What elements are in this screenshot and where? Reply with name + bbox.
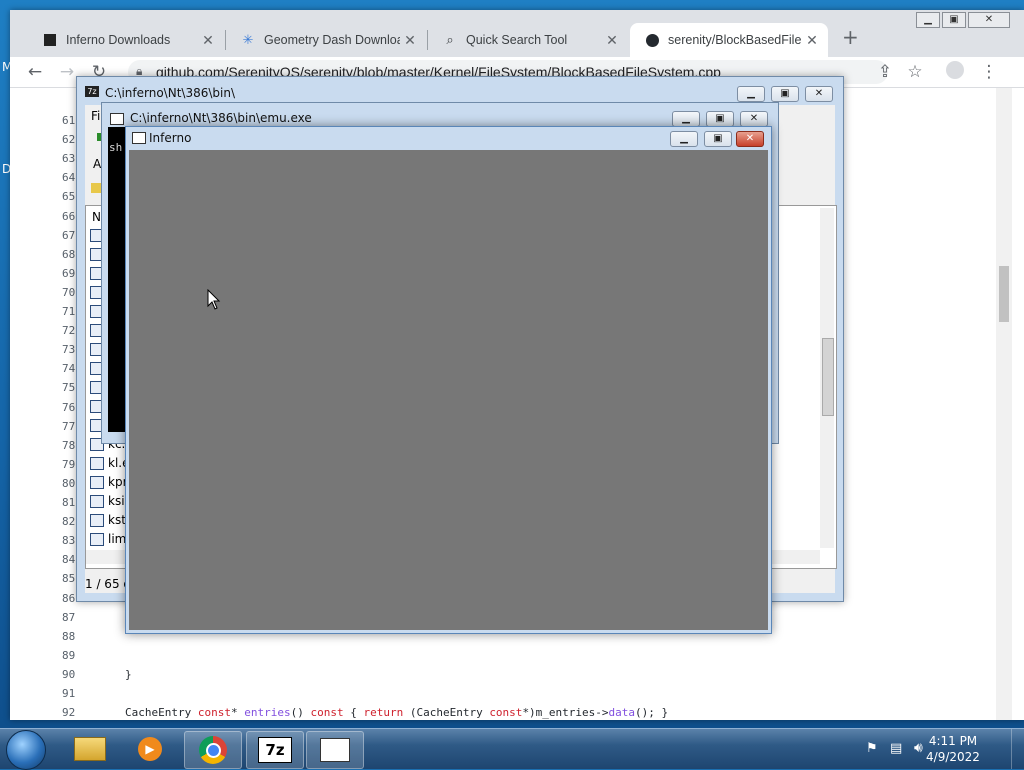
line-number[interactable]: 92 bbox=[62, 706, 92, 719]
github-icon bbox=[644, 32, 660, 48]
clock-time: 4:11 PM bbox=[928, 734, 978, 748]
window-title: C:\inferno\Nt\386\bin\ bbox=[105, 86, 235, 100]
taskbar: ▶ 7z ⚑ ▤ 🔊︎ 4:11 PM 4/9/2022 bbox=[0, 728, 1024, 770]
close-button[interactable]: ✕ bbox=[968, 12, 1010, 28]
search-icon: ⌕ bbox=[446, 32, 454, 47]
close-tab-icon[interactable]: ✕ bbox=[198, 32, 218, 49]
tab-title: Quick Search Tool bbox=[466, 33, 568, 47]
scrollbar-thumb[interactable] bbox=[999, 266, 1009, 322]
line-number[interactable]: 90 bbox=[62, 668, 92, 681]
list-item[interactable]: kl.e bbox=[90, 454, 129, 472]
status-text: 1 / 65 o bbox=[85, 577, 131, 591]
file-icon bbox=[90, 513, 104, 527]
media-player-icon: ▶ bbox=[138, 737, 162, 761]
minimize-button[interactable]: ▁ bbox=[737, 86, 765, 102]
inferno-favicon-icon bbox=[42, 32, 58, 48]
line-number[interactable]: 91 bbox=[62, 687, 92, 700]
system-clock[interactable]: 4:11 PM 4/9/2022 bbox=[918, 733, 988, 765]
console-text: sh bbox=[109, 141, 123, 154]
close-button[interactable]: ✕ bbox=[736, 131, 764, 147]
scrollbar-thumb[interactable] bbox=[822, 338, 834, 416]
tab-title: Geometry Dash Downloa bbox=[264, 33, 400, 47]
bookmark-star-icon[interactable]: ☆ bbox=[904, 61, 926, 83]
tab-quick-search[interactable]: ⌕ Quick Search Tool ✕ bbox=[428, 23, 628, 57]
console-app-icon bbox=[110, 113, 124, 125]
code-line: CacheEntry const* entries() const { retu… bbox=[125, 706, 669, 720]
share-icon[interactable]: ⇪ bbox=[874, 61, 896, 83]
tab-inferno-downloads[interactable]: Inferno Downloads ✕ bbox=[28, 23, 224, 57]
start-orb-button[interactable] bbox=[6, 730, 46, 770]
page-scrollbar[interactable] bbox=[996, 88, 1012, 720]
network-icon[interactable]: ▤ bbox=[890, 741, 902, 756]
minimize-button[interactable]: ▁ bbox=[670, 131, 698, 147]
taskbar-7zip-button[interactable]: 7z bbox=[246, 731, 304, 769]
line-number[interactable]: 89 bbox=[62, 649, 92, 662]
taskbar-explorer-button[interactable] bbox=[62, 731, 118, 767]
window-title: Inferno bbox=[149, 131, 192, 145]
profile-avatar-icon[interactable] bbox=[944, 61, 966, 83]
back-button[interactable]: ← bbox=[24, 61, 46, 83]
mouse-cursor-icon bbox=[207, 289, 221, 310]
close-button[interactable]: ✕ bbox=[805, 86, 833, 102]
tab-strip: Inferno Downloads ✕ ✳ Geometry Dash Down… bbox=[10, 10, 1024, 57]
tab-title: Inferno Downloads bbox=[66, 33, 171, 47]
close-tab-icon[interactable]: ✕ bbox=[602, 32, 622, 49]
code-line: } bbox=[125, 667, 132, 681]
sevenzip-icon: 7z bbox=[258, 737, 292, 763]
file-icon bbox=[90, 532, 104, 546]
inferno-app-icon bbox=[132, 132, 146, 144]
tab-title: serenity/BlockBasedFileSy bbox=[668, 33, 802, 47]
new-tab-button[interactable]: + bbox=[842, 25, 859, 49]
file-icon bbox=[90, 475, 104, 489]
maximize-button[interactable]: ▣ bbox=[942, 12, 966, 28]
folder-icon bbox=[74, 737, 106, 761]
action-center-flag-icon[interactable]: ⚑ bbox=[866, 741, 878, 756]
forward-button[interactable]: → bbox=[56, 61, 78, 83]
list-item[interactable]: lim bbox=[90, 530, 126, 548]
close-button[interactable]: ✕ bbox=[740, 111, 768, 127]
tab-serenity-github[interactable]: serenity/BlockBasedFileSy ✕ bbox=[630, 23, 828, 57]
geometry-dash-favicon-icon: ✳ bbox=[242, 32, 254, 47]
window-title: C:\inferno\Nt\386\bin\emu.exe bbox=[130, 111, 312, 125]
maximize-button[interactable]: ▣ bbox=[771, 86, 799, 102]
close-tab-icon[interactable]: ✕ bbox=[802, 32, 822, 49]
taskbar-inferno-button[interactable] bbox=[306, 731, 364, 769]
console-window-icon bbox=[320, 738, 350, 762]
line-number[interactable]: 87 bbox=[62, 611, 92, 624]
file-list-scrollbar[interactable] bbox=[820, 208, 834, 548]
menu-kebab-icon[interactable]: ⋮ bbox=[978, 61, 1000, 83]
sevenzip-app-icon: 7z bbox=[85, 86, 99, 97]
tab-geometry-dash[interactable]: ✳ Geometry Dash Downloa ✕ bbox=[226, 23, 426, 57]
inferno-canvas[interactable] bbox=[129, 150, 768, 630]
line-number[interactable]: 88 bbox=[62, 630, 92, 643]
maximize-button[interactable]: ▣ bbox=[706, 111, 734, 127]
list-item[interactable]: kpr bbox=[90, 473, 128, 491]
chrome-icon bbox=[199, 736, 227, 764]
show-desktop-button[interactable] bbox=[1011, 729, 1024, 769]
clock-date: 4/9/2022 bbox=[926, 750, 980, 764]
file-name: lim bbox=[108, 532, 127, 546]
maximize-button[interactable]: ▣ bbox=[704, 131, 732, 147]
minimize-button[interactable]: ▁ bbox=[916, 12, 940, 28]
minimize-button[interactable]: ▁ bbox=[672, 111, 700, 127]
close-tab-icon[interactable]: ✕ bbox=[400, 32, 420, 49]
address-label: A bbox=[93, 157, 102, 171]
taskbar-chrome-button[interactable] bbox=[184, 731, 242, 769]
inferno-window: Inferno ▁ ▣ ✕ bbox=[125, 126, 772, 634]
file-icon bbox=[90, 494, 104, 508]
column-header-name[interactable]: N bbox=[92, 210, 101, 224]
taskbar-media-player-button[interactable]: ▶ bbox=[122, 731, 178, 767]
menu-file[interactable]: Fi bbox=[91, 109, 100, 123]
file-icon bbox=[90, 456, 104, 470]
